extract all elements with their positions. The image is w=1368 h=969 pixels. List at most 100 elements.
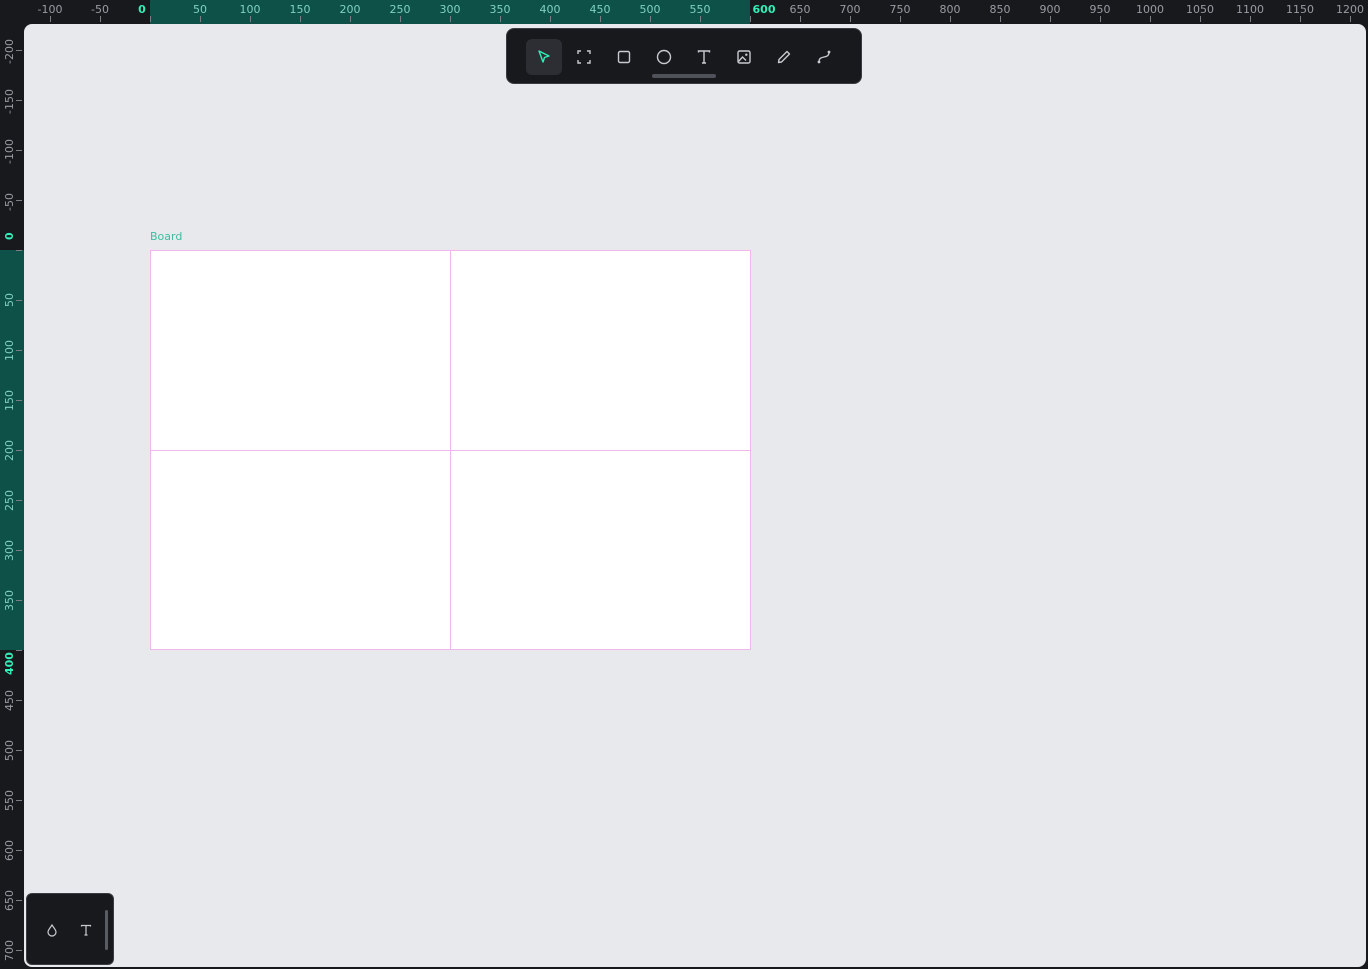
board-guide-horizontal	[151, 450, 750, 451]
ruler-tick	[650, 16, 651, 22]
ruler-tick	[550, 16, 551, 22]
ruler-vertical[interactable]: -200 -150 -100 -50 0 50 100 150 200 250 300 350 400 4…	[0, 0, 24, 969]
ruler-label: 950	[1089, 3, 1111, 16]
ruler-tick	[450, 16, 451, 22]
ruler-label: 650	[3, 889, 16, 911]
ruler-label: 200	[339, 3, 361, 16]
ruler-tick	[1050, 16, 1051, 22]
toolbar-drag-handle[interactable]	[652, 74, 716, 78]
ruler-tick	[16, 100, 22, 101]
ruler-tick	[950, 16, 951, 22]
ruler-tick	[16, 350, 22, 351]
ruler-tick	[1150, 16, 1151, 22]
ruler-tick	[16, 300, 22, 301]
ruler-label: 100	[3, 339, 16, 361]
ruler-label: 400	[3, 651, 16, 675]
ruler-tick	[700, 16, 701, 22]
path-icon	[817, 50, 831, 64]
ruler-label: 150	[3, 389, 16, 411]
ruler-tick	[150, 16, 151, 22]
ruler-tick	[16, 650, 22, 651]
ruler-label: 550	[3, 789, 16, 811]
ruler-label: 800	[939, 3, 961, 16]
ruler-label: 250	[389, 3, 411, 16]
rectangle-icon	[617, 50, 631, 64]
ruler-tick	[16, 250, 22, 251]
ruler-label: -50	[91, 3, 109, 16]
ruler-label: 700	[839, 3, 861, 16]
rectangle-tool-button[interactable]	[606, 39, 642, 75]
ruler-label: 900	[1039, 3, 1061, 16]
ruler-label: 650	[789, 3, 811, 16]
palette-scrollbar[interactable]	[105, 910, 108, 950]
ruler-tick	[400, 16, 401, 22]
typography-button[interactable]	[75, 919, 97, 941]
ruler-tick	[16, 800, 22, 801]
ruler-tick	[16, 850, 22, 851]
ruler-label: 0	[138, 3, 146, 16]
ellipse-tool-button[interactable]	[646, 39, 682, 75]
cursor-icon	[538, 50, 550, 63]
ruler-tick	[16, 500, 22, 501]
ruler-label: 500	[639, 3, 661, 16]
ruler-label: 200	[3, 439, 16, 461]
ruler-label: 600	[3, 839, 16, 861]
select-tool-button[interactable]	[526, 39, 562, 75]
ruler-label: 50	[193, 3, 207, 16]
ruler-label: 700	[3, 939, 16, 961]
ruler-label: 450	[3, 689, 16, 711]
ruler-tick	[16, 450, 22, 451]
ruler-tick	[800, 16, 801, 22]
ruler-tick	[1200, 16, 1201, 22]
ruler-label: 350	[489, 3, 511, 16]
ruler-tick	[1250, 16, 1251, 22]
toolbar	[506, 28, 862, 84]
board-tool-button[interactable]	[566, 39, 602, 75]
ruler-tick	[1000, 16, 1001, 22]
pencil-icon	[777, 50, 791, 64]
ruler-tick	[16, 900, 22, 901]
ruler-label: 750	[889, 3, 911, 16]
image-tool-button[interactable]	[726, 39, 762, 75]
ruler-label: 600	[752, 3, 776, 16]
ruler-label: 500	[3, 739, 16, 761]
ruler-tick	[16, 950, 22, 951]
ruler-tick	[1350, 16, 1351, 22]
color-palette-button[interactable]	[41, 919, 63, 941]
ruler-horizontal[interactable]: -100 -50 0 50 100 150 200 250 300 350 400 450 500 550…	[0, 0, 1368, 24]
ruler-label: 1200	[1336, 3, 1364, 16]
ruler-tick	[500, 16, 501, 22]
board[interactable]	[150, 250, 751, 650]
ruler-label: -200	[3, 39, 16, 64]
ruler-tick	[100, 16, 101, 22]
ruler-tick	[16, 50, 22, 51]
pencil-tool-button[interactable]	[766, 39, 802, 75]
ruler-tick	[1300, 16, 1301, 22]
text-tool-button[interactable]	[686, 39, 722, 75]
ruler-tick	[900, 16, 901, 22]
ellipse-icon	[656, 49, 672, 65]
ruler-tick	[600, 16, 601, 22]
bottom-palette	[26, 893, 114, 965]
drop-icon	[47, 923, 57, 937]
ruler-tick	[750, 16, 751, 22]
ruler-tick	[50, 16, 51, 22]
board-title[interactable]: Board	[150, 230, 182, 243]
design-editor: Board -100 -50 0 50 100 150 200 250 300 …	[0, 0, 1368, 969]
ruler-tick	[16, 600, 22, 601]
ruler-label: 1150	[1286, 3, 1314, 16]
ruler-label: 350	[3, 589, 16, 611]
ruler-label: 550	[689, 3, 711, 16]
ruler-label: 850	[989, 3, 1011, 16]
ruler-label: 0	[3, 231, 16, 240]
ruler-tick	[850, 16, 851, 22]
ruler-label: -150	[3, 89, 16, 114]
ruler-label: 450	[589, 3, 611, 16]
ruler-tick	[300, 16, 301, 22]
path-tool-button[interactable]	[806, 39, 842, 75]
ruler-tick	[16, 700, 22, 701]
ruler-tick	[350, 16, 351, 22]
ruler-label: 1100	[1236, 3, 1264, 16]
ruler-label: 1050	[1186, 3, 1214, 16]
canvas-viewport[interactable]: Board	[24, 24, 1366, 967]
